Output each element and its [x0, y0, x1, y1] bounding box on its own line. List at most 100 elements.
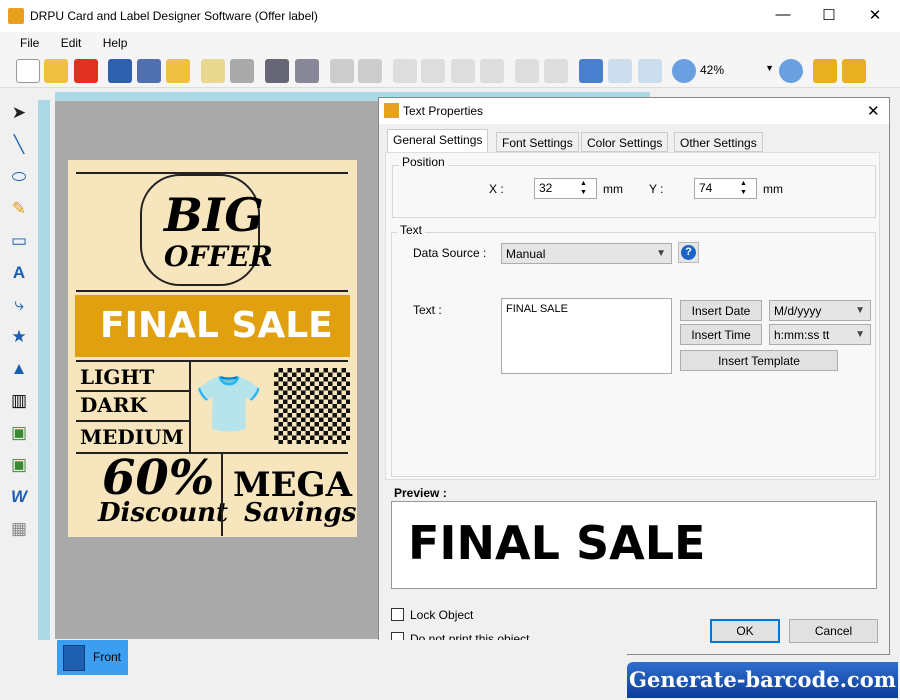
front-tab[interactable]: Front: [57, 640, 128, 675]
data-source-select[interactable]: Manual ▼: [501, 243, 672, 264]
ok-button[interactable]: OK: [710, 619, 780, 643]
x-input[interactable]: 32: [534, 178, 597, 199]
minimize-button[interactable]: —: [760, 6, 806, 23]
paste-icon[interactable]: [451, 59, 475, 83]
redo-icon[interactable]: [358, 59, 382, 83]
date-format-select[interactable]: M/d/yyyy ▼: [769, 300, 871, 321]
export-icon[interactable]: [166, 59, 190, 83]
save-icon[interactable]: [108, 59, 132, 83]
help-button[interactable]: ?: [678, 242, 699, 263]
big-text: BIG: [164, 188, 264, 242]
text-icon[interactable]: A: [8, 262, 30, 284]
pencil-icon[interactable]: ✎: [8, 198, 30, 220]
position-group: [392, 165, 876, 218]
x-spinner[interactable]: ▲ ▼: [580, 179, 587, 197]
dialog-close-button[interactable]: ✕: [867, 102, 880, 120]
print-icon[interactable]: [230, 59, 254, 83]
app-icon: [8, 8, 24, 24]
triangle-icon[interactable]: ▲: [8, 358, 30, 380]
tshirt-icon: 👕: [194, 372, 264, 437]
front-tab-label: Front: [93, 650, 122, 664]
line-icon[interactable]: ╲: [8, 134, 30, 156]
text-area[interactable]: FINAL SALE: [501, 298, 672, 374]
grid-icon[interactable]: [579, 59, 603, 83]
tools-panel: ➤ ╲ ⬭ ✎ ▭ A ⤷ ★ ▲ ▥ ▣ ▣ W ▦: [0, 92, 36, 640]
lock-icon[interactable]: [813, 59, 837, 83]
arc-icon[interactable]: ⤷: [8, 294, 30, 316]
undo-icon[interactable]: [330, 59, 354, 83]
image-library-icon[interactable]: ▣: [8, 454, 30, 476]
insert-time-button[interactable]: Insert Time: [680, 324, 762, 345]
center-icon[interactable]: [608, 59, 632, 83]
y-unit: mm: [763, 182, 783, 196]
zoom-select[interactable]: 42% ▼: [700, 63, 774, 77]
cut-icon[interactable]: [421, 59, 445, 83]
data-source-label: Data Source :: [413, 246, 487, 260]
delete-icon[interactable]: [480, 59, 504, 83]
database-add-icon[interactable]: [265, 59, 289, 83]
page-tabs-bar: Front: [0, 640, 627, 700]
save-as-icon[interactable]: [137, 59, 161, 83]
lock-object-checkbox[interactable]: [391, 608, 404, 621]
open-icon[interactable]: [44, 59, 68, 83]
background-icon[interactable]: ▦: [8, 518, 30, 540]
offer-text: OFFER: [164, 240, 273, 273]
title-bar: DRPU Card and Label Designer Software (O…: [0, 0, 900, 32]
chevron-down-icon: ▼: [855, 329, 865, 340]
qr-code: [274, 368, 350, 444]
savings-text: Savings: [244, 498, 357, 528]
cancel-button[interactable]: Cancel: [789, 619, 878, 643]
y-input[interactable]: 74: [694, 178, 757, 199]
time-format-select[interactable]: h:mm:ss tt ▼: [769, 324, 871, 345]
settings-icon[interactable]: [638, 59, 662, 83]
x-unit: mm: [603, 182, 623, 196]
vertical-ruler: [38, 100, 50, 640]
rectangle-icon[interactable]: ▭: [8, 230, 30, 252]
menu-edit[interactable]: Edit: [61, 32, 82, 54]
label-design[interactable]: BIG OFFER FINAL SALE LIGHT DARK MEDIUM 👕…: [68, 160, 357, 537]
lock-object-label: Lock Object: [410, 608, 474, 622]
zoom-out-icon[interactable]: [779, 59, 803, 83]
close-button[interactable]: ✕: [852, 6, 898, 24]
menu-help[interactable]: Help: [103, 32, 128, 54]
unlock-icon[interactable]: [842, 59, 866, 83]
tab-color-settings[interactable]: Color Settings: [581, 132, 669, 152]
dialog-title-bar: Text Properties ✕: [379, 98, 889, 124]
image-icon[interactable]: ▣: [8, 422, 30, 444]
zoom-in-icon[interactable]: [672, 59, 696, 83]
position-label: Position: [399, 155, 448, 169]
preview-label: Preview :: [394, 486, 447, 500]
text-area-value: FINAL SALE: [506, 303, 568, 315]
chevron-down-icon: ▼: [765, 63, 774, 73]
y-value: 74: [699, 181, 713, 195]
star-icon[interactable]: ★: [8, 326, 30, 348]
preview-box: FINAL SALE: [391, 501, 877, 589]
y-spinner[interactable]: ▲ ▼: [740, 179, 747, 197]
insert-date-button[interactable]: Insert Date: [680, 300, 762, 321]
close-file-icon[interactable]: [74, 59, 98, 83]
select-icon[interactable]: ➤: [8, 102, 30, 124]
database-icon[interactable]: [295, 59, 319, 83]
preview-text: FINAL SALE: [408, 516, 706, 570]
menu-file[interactable]: File: [20, 32, 39, 54]
send-back-icon[interactable]: [544, 59, 568, 83]
ellipse-icon[interactable]: ⬭: [8, 166, 30, 188]
final-sale-text[interactable]: FINAL SALE: [100, 305, 333, 346]
barcode-icon[interactable]: ▥: [8, 390, 30, 412]
data-source-value: Manual: [506, 247, 546, 261]
bring-front-icon[interactable]: [515, 59, 539, 83]
maximize-button[interactable]: ☐: [806, 6, 852, 24]
copy-icon[interactable]: [393, 59, 417, 83]
dialog-icon: [384, 103, 399, 118]
dark-text: DARK: [80, 393, 147, 417]
tab-general-settings[interactable]: General Settings: [387, 129, 489, 153]
new-icon[interactable]: [16, 59, 40, 83]
insert-template-button[interactable]: Insert Template: [680, 350, 838, 371]
time-format-value: h:mm:ss tt: [774, 328, 830, 342]
text-properties-dialog: Text Properties ✕ General Settings Font …: [378, 97, 890, 655]
edit-icon[interactable]: [201, 59, 225, 83]
wordart-icon[interactable]: W: [8, 486, 30, 508]
menu-bar: File Edit Help: [0, 32, 900, 54]
tab-other-settings[interactable]: Other Settings: [674, 132, 763, 152]
tab-font-settings[interactable]: Font Settings: [496, 132, 579, 152]
